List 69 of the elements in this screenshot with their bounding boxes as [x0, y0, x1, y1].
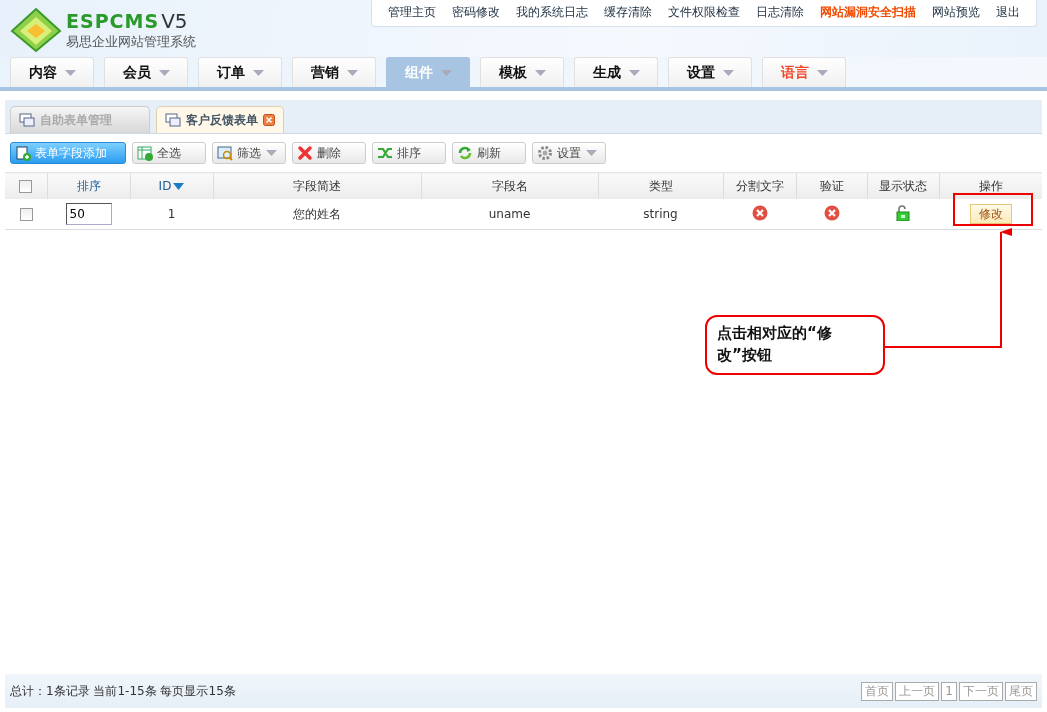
caret-icon — [534, 69, 546, 76]
record-summary: 总计：1条记录 当前1-15条 每页显示15条 — [10, 682, 236, 700]
version-label: V5 — [161, 8, 188, 33]
menu-tab[interactable]: 营销 — [292, 57, 376, 87]
top-link[interactable]: 文件权限检查 — [660, 4, 748, 21]
select-icon — [137, 145, 153, 161]
sort-down-icon — [173, 182, 185, 190]
window-icon — [19, 113, 35, 127]
toolbar-button[interactable]: 筛选 — [212, 142, 286, 164]
top-link[interactable]: 缓存清除 — [596, 4, 660, 21]
toolbar-button[interactable]: 排序 — [372, 142, 446, 164]
menu-tab[interactable]: 订单 — [198, 57, 282, 87]
menu-tab[interactable]: 设置 — [668, 57, 752, 87]
cross-icon — [823, 204, 840, 221]
logo-subtitle: 易思企业网站管理系统 — [66, 32, 196, 51]
caret-icon — [722, 69, 734, 76]
caret-icon — [440, 69, 452, 76]
table-cell: uname — [421, 199, 598, 230]
order-input-field[interactable]: 50 — [65, 203, 112, 225]
window-icon — [165, 113, 181, 127]
caret-icon — [158, 69, 170, 76]
logo-icon — [10, 6, 62, 53]
settings-icon — [537, 145, 553, 161]
row-checkbox[interactable] — [19, 208, 33, 221]
caret-icon — [346, 69, 358, 76]
menu-tab[interactable]: 会员 — [104, 57, 188, 87]
close-icon[interactable] — [263, 114, 275, 126]
caret-icon — [64, 69, 76, 76]
refresh-icon — [457, 145, 473, 161]
table-cell: string — [598, 199, 723, 230]
column-header: 字段名 — [421, 172, 598, 199]
annotation-callout: 点击相对应的“修改”按钮 — [705, 315, 885, 375]
cross-icon — [751, 204, 768, 221]
add-icon — [15, 145, 31, 161]
select-all-checkbox[interactable] — [19, 180, 33, 193]
caret-icon — [628, 69, 640, 76]
menu-tab[interactable]: 生成 — [574, 57, 658, 87]
sub-tab[interactable]: 客户反馈表单 — [156, 106, 284, 133]
column-header[interactable]: ID — [130, 172, 213, 199]
top-link[interactable]: 我的系统日志 — [508, 4, 596, 21]
top-link[interactable]: 管理主页 — [380, 4, 444, 21]
column-header: 操作 — [939, 172, 1042, 199]
toolbar-button[interactable]: 刷新 — [452, 142, 526, 164]
filter-icon — [217, 145, 233, 161]
top-link[interactable]: 密码修改 — [444, 4, 508, 21]
column-header[interactable]: 排序 — [47, 172, 130, 199]
toolbar-button[interactable]: 全选 — [132, 142, 206, 164]
column-header: 显示状态 — [867, 172, 939, 199]
table-cell: 您的姓名 — [213, 199, 421, 230]
table-cell: 1 — [130, 199, 213, 230]
delete-icon — [297, 145, 313, 161]
top-link[interactable]: 网站漏洞安全扫描 — [812, 4, 924, 21]
menu-tab[interactable]: 模板 — [480, 57, 564, 87]
column-header: 分割文字 — [723, 172, 796, 199]
brand-name: ESPCMS — [66, 8, 160, 33]
toolbar-button[interactable]: 设置 — [532, 142, 606, 164]
caret-icon — [816, 69, 828, 76]
column-header: 类型 — [598, 172, 723, 199]
top-link[interactable]: 日志清除 — [748, 4, 812, 21]
caret-icon — [252, 69, 264, 76]
toolbar-button[interactable]: 删除 — [292, 142, 366, 164]
top-link[interactable]: 退出 — [988, 4, 1028, 21]
column-header: 验证 — [796, 172, 867, 199]
top-link[interactable]: 网站预览 — [924, 4, 988, 21]
column-header: 字段简述 — [213, 172, 421, 199]
menu-tab[interactable]: 内容 — [10, 57, 94, 87]
sort-icon — [377, 145, 393, 161]
edit-button[interactable]: 修改 — [969, 204, 1012, 224]
unlocked-padlock-icon — [896, 204, 910, 221]
